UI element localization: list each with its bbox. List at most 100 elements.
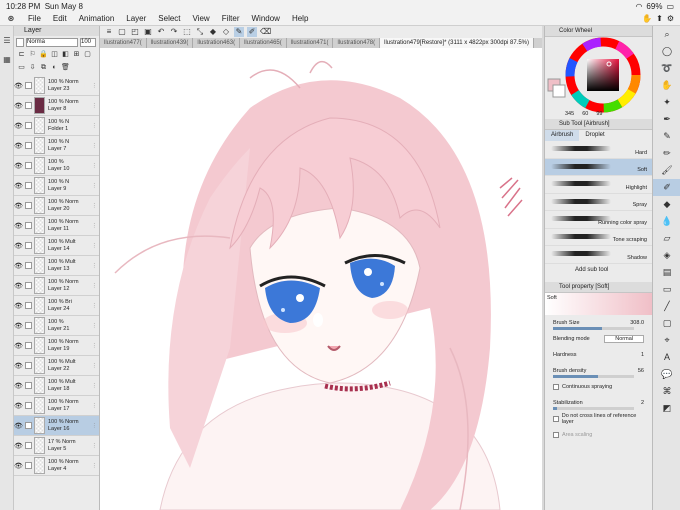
fill-tool-icon[interactable]: ◆ bbox=[653, 196, 680, 213]
layer-row[interactable]: 👁 100 % Layer 10 ⋮ bbox=[14, 156, 99, 176]
layer-drag-handle-icon[interactable]: ⋮ bbox=[92, 343, 98, 349]
new-document-icon[interactable]: ▢ bbox=[117, 27, 127, 37]
layer-drag-handle-icon[interactable]: ⋮ bbox=[92, 243, 98, 249]
open-icon[interactable]: ◰ bbox=[130, 27, 140, 37]
airbrush-tool-icon[interactable]: ✐ bbox=[653, 179, 680, 196]
layer-drag-handle-icon[interactable]: ⋮ bbox=[92, 423, 98, 429]
clip-icon[interactable]: ⊏ bbox=[17, 50, 26, 59]
brush-preset-row[interactable]: Shadow bbox=[545, 246, 652, 264]
brush-preset-row[interactable]: Tone scraping bbox=[545, 229, 652, 246]
layer-drag-handle-icon[interactable]: ⋮ bbox=[92, 83, 98, 89]
menu-file[interactable]: File bbox=[22, 14, 47, 23]
alpha-lock-icon[interactable]: ◫ bbox=[50, 50, 59, 59]
document-tab[interactable]: llustration439( bbox=[147, 38, 194, 48]
document-tab[interactable]: llustration471( bbox=[287, 38, 334, 48]
document-tab[interactable]: llustration477( bbox=[100, 38, 147, 48]
visibility-eye-icon[interactable]: 👁 bbox=[14, 102, 23, 110]
text-tool-icon[interactable]: A bbox=[653, 349, 680, 366]
figure-icon[interactable]: ▭ bbox=[653, 281, 680, 298]
new-layer-icon[interactable]: ▢ bbox=[83, 50, 92, 59]
color-wheel[interactable] bbox=[545, 37, 652, 119]
layer-row[interactable]: 👁 100 % Mult Layer 18 ⋮ bbox=[14, 376, 99, 396]
layer-tab-icon[interactable]: ☰ bbox=[0, 36, 14, 45]
layer-drag-handle-icon[interactable]: ⋮ bbox=[92, 323, 98, 329]
visibility-eye-icon[interactable]: 👁 bbox=[14, 382, 23, 390]
eraser-tool-icon[interactable]: ▱ bbox=[653, 230, 680, 247]
menu-edit[interactable]: Edit bbox=[47, 14, 73, 23]
layer-drag-handle-icon[interactable]: ⋮ bbox=[92, 263, 98, 269]
hand-tool-icon[interactable]: ✋ bbox=[653, 77, 680, 94]
layer-row[interactable]: 👁 100 % Norm Layer 23 ⋮ bbox=[14, 76, 99, 96]
copy-icon[interactable]: ⧉ bbox=[39, 63, 48, 72]
visibility-eye-icon[interactable]: 👁 bbox=[14, 422, 23, 430]
layer-drag-handle-icon[interactable]: ⋮ bbox=[92, 183, 98, 189]
continuous-spraying-checkbox[interactable] bbox=[553, 383, 559, 390]
tab-airbrush[interactable]: Airbrush bbox=[545, 130, 580, 141]
brush-icon[interactable]: ✐ bbox=[247, 27, 257, 37]
undo-icon[interactable]: ↶ bbox=[156, 27, 166, 37]
menu-window[interactable]: Window bbox=[246, 14, 286, 23]
layer-checkbox[interactable] bbox=[25, 262, 32, 269]
blending-mode-row[interactable]: Blending mode Normal bbox=[545, 331, 652, 347]
brush-density-slider[interactable] bbox=[553, 374, 634, 378]
brush-preset-preview[interactable]: Soft bbox=[545, 292, 652, 315]
clear-icon[interactable]: ◇ bbox=[221, 27, 231, 37]
layer-row[interactable]: 👁 100 % Norm Layer 20 ⋮ bbox=[14, 196, 99, 216]
line-icon[interactable]: ╱ bbox=[653, 298, 680, 315]
hand-icon[interactable]: ✋ bbox=[642, 14, 652, 23]
eyedropper-icon[interactable]: ✒ bbox=[653, 111, 680, 128]
layer-checkbox[interactable] bbox=[25, 102, 32, 109]
layer-drag-handle-icon[interactable]: ⋮ bbox=[92, 443, 98, 449]
menu-select[interactable]: Select bbox=[152, 14, 186, 23]
layer-drag-handle-icon[interactable]: ⋮ bbox=[92, 203, 98, 209]
layer-checkbox[interactable] bbox=[25, 382, 32, 389]
brush-size-row[interactable]: Brush Size 308.0 bbox=[545, 315, 652, 331]
layer-drag-handle-icon[interactable]: ⋮ bbox=[92, 383, 98, 389]
lock-icon[interactable]: 🔒 bbox=[39, 50, 48, 59]
area-scaling-row[interactable]: Area scaling bbox=[545, 427, 652, 443]
reference-layer-row[interactable]: Do not cross lines of reference layer bbox=[545, 411, 652, 427]
document-tab[interactable]: llustration478( bbox=[333, 38, 381, 48]
visibility-eye-icon[interactable]: 👁 bbox=[14, 162, 23, 170]
pen-tool-icon[interactable]: ✎ bbox=[653, 128, 680, 145]
blending-mode-select[interactable]: Normal bbox=[604, 334, 644, 343]
layer-row[interactable]: 👁 100 % Mult Layer 13 ⋮ bbox=[14, 256, 99, 276]
layer-checkbox[interactable] bbox=[25, 222, 32, 229]
document-tab[interactable]: llustration465( bbox=[240, 38, 287, 48]
redo-icon[interactable]: ↷ bbox=[169, 27, 179, 37]
visibility-eye-icon[interactable]: 👁 bbox=[14, 262, 23, 270]
menu-animation[interactable]: Animation bbox=[73, 14, 121, 23]
pencil-tool-icon[interactable]: ✏ bbox=[653, 145, 680, 162]
brush-preset-row[interactable]: Highlight bbox=[545, 176, 652, 194]
layer-drag-handle-icon[interactable]: ⋮ bbox=[92, 403, 98, 409]
selection-icon[interactable]: ⬚ bbox=[182, 27, 192, 37]
visibility-eye-icon[interactable]: 👁 bbox=[14, 82, 23, 90]
fill-bucket-icon[interactable]: ◈ bbox=[653, 247, 680, 264]
visibility-eye-icon[interactable]: 👁 bbox=[14, 122, 23, 130]
continuous-spraying-row[interactable]: Continuous spraying bbox=[545, 379, 652, 395]
layer-row[interactable]: 👁 100 % Norm Layer 17 ⋮ bbox=[14, 396, 99, 416]
correction-icon[interactable]: ⌘ bbox=[653, 383, 680, 400]
save-icon[interactable]: ▣ bbox=[143, 27, 153, 37]
layer-drag-handle-icon[interactable]: ⋮ bbox=[92, 103, 98, 109]
tab-droplet[interactable]: Droplet bbox=[579, 130, 610, 141]
layer-drag-handle-icon[interactable]: ⋮ bbox=[92, 123, 98, 129]
drawing-canvas[interactable] bbox=[100, 48, 542, 510]
layer-row[interactable]: 👁 100 % Norm Layer 12 ⋮ bbox=[14, 276, 99, 296]
layer-row[interactable]: 👁 100 % Norm Layer 4 ⋮ bbox=[14, 456, 99, 476]
layer-drag-handle-icon[interactable]: ⋮ bbox=[92, 163, 98, 169]
layer-row[interactable]: 👁 100 % N Layer 7 ⋮ bbox=[14, 136, 99, 156]
layer-checkbox[interactable] bbox=[25, 342, 32, 349]
visibility-eye-icon[interactable]: 👁 bbox=[14, 222, 23, 230]
pen-icon[interactable]: ✎ bbox=[234, 27, 244, 37]
eraser-icon[interactable]: ⌫ bbox=[260, 27, 271, 37]
visibility-eye-icon[interactable]: 👁 bbox=[14, 462, 23, 470]
layer-row[interactable]: 👁 17 % Norm Layer 5 ⋮ bbox=[14, 436, 99, 456]
new-folder-icon[interactable]: ▭ bbox=[17, 63, 26, 72]
share-icon[interactable]: ⬆ bbox=[656, 14, 663, 23]
lasso-select-icon[interactable]: ➰ bbox=[653, 60, 680, 77]
visibility-eye-icon[interactable]: 👁 bbox=[14, 142, 23, 150]
menu-view[interactable]: View bbox=[187, 14, 216, 23]
visibility-eye-icon[interactable]: 👁 bbox=[14, 282, 23, 290]
operation-icon[interactable]: ⌖ bbox=[653, 332, 680, 349]
